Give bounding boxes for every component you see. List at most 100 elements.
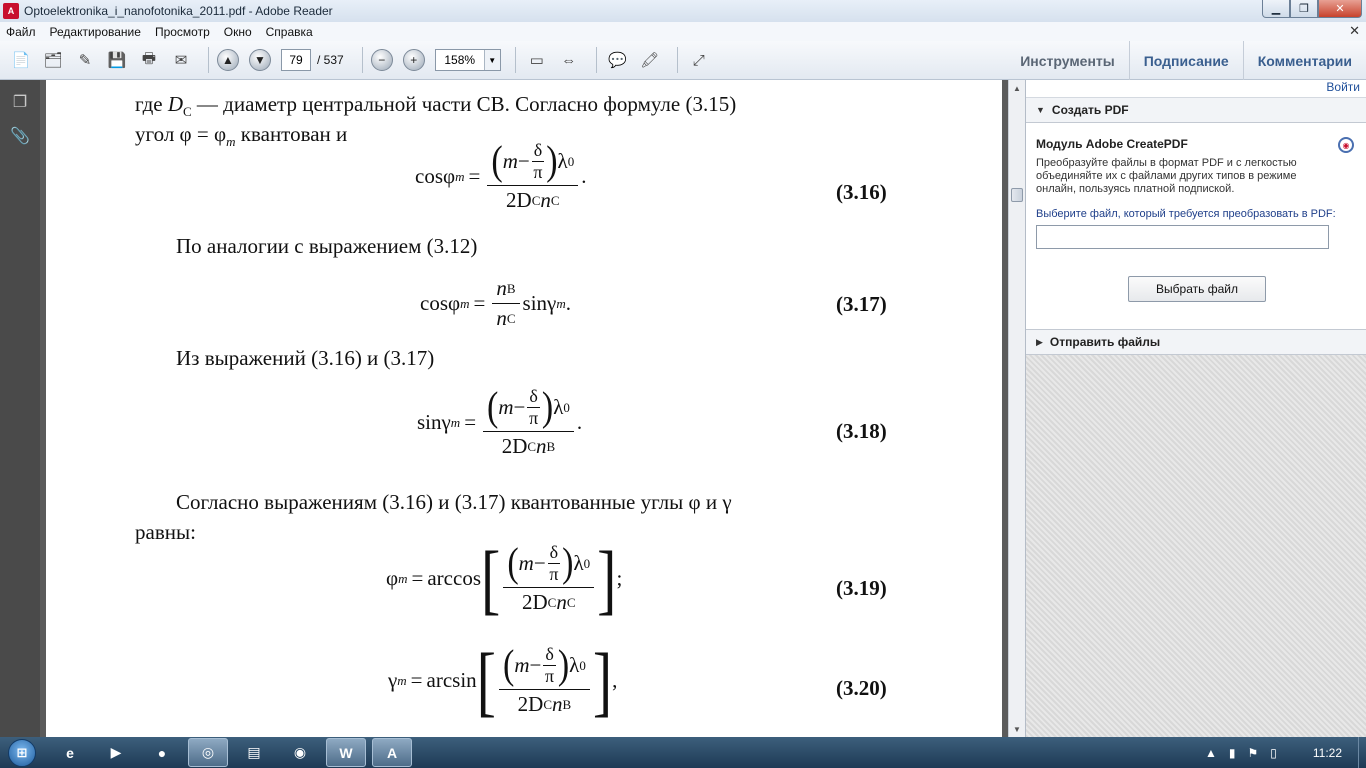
toolbar-divider [208, 47, 209, 73]
toolbar-divider [514, 47, 516, 73]
menu-view[interactable]: Просмотр [155, 25, 210, 39]
start-button[interactable]: ⊞ [0, 737, 44, 768]
create-pdf-panel: Модуль Adobe CreatePDF ◉ Преобразуйте фа… [1026, 123, 1366, 330]
module-description: Преобразуйте файлы в формат PDF и с легк… [1036, 157, 1297, 195]
create-pdf-section-header[interactable]: ▼ Создать PDF [1026, 98, 1366, 123]
email-icon[interactable]: ✉ [168, 47, 194, 73]
attachments-icon[interactable]: 📎 [8, 124, 32, 148]
media-player-icon[interactable]: ▶ [96, 738, 136, 767]
equation-3-16: cos φ m = (m − δ π) λ 0 2D Cn C . [415, 138, 587, 212]
system-tray: ▲ ▮ ⚑ ▯ 11:22 [1193, 737, 1356, 768]
edit-icon[interactable]: ✎ [72, 47, 98, 73]
clock[interactable]: 11:22 [1313, 746, 1342, 760]
save-icon[interactable]: 💾 [104, 47, 130, 73]
tools-pane: Войти ▼ Создать PDF Модуль Adobe CreateP… [1025, 80, 1366, 737]
file-explorer-icon[interactable]: ▤ [234, 738, 274, 767]
fit-page-icon[interactable]: ▭ [524, 47, 550, 73]
menu-bar: Файл Редактирование Просмотр Окно Справк… [0, 22, 1366, 41]
close-button[interactable]: ✕ [1318, 0, 1362, 18]
module-title: Модуль Adobe CreatePDF [1036, 137, 1188, 151]
battery-icon[interactable]: ▯ [1270, 746, 1277, 760]
scroll-down-icon[interactable]: ▼ [1009, 721, 1025, 737]
page-total: / 537 [317, 53, 344, 67]
windows-logo-icon: ⊞ [8, 738, 36, 767]
menu-help[interactable]: Справка [266, 25, 313, 39]
zoom-value: 158% [444, 53, 476, 67]
paragraph-1-line-2: угол φ = φm квантован и [135, 122, 348, 150]
network-icon[interactable]: ▮ [1229, 746, 1236, 760]
equation-3-17: cos φ m = nB nC sin γ m. [420, 276, 571, 330]
tray-arrow-icon[interactable]: ▲ [1205, 746, 1217, 760]
paragraph-1-line-1: где DC — диаметр центральной части СВ. С… [135, 92, 737, 120]
equation-number-3-18: (3.18) [836, 419, 887, 443]
comments-pane-button[interactable]: Комментарии [1242, 41, 1366, 80]
adobe-reader-icon: A [3, 3, 19, 19]
window-title: Optoelektronika_i_nanofotonika_2011.pdf … [24, 4, 333, 18]
createpdf-icon: ◉ [1338, 137, 1354, 153]
scrollbar-thumb[interactable] [1011, 188, 1023, 202]
word-icon[interactable]: W [326, 738, 366, 767]
send-files-section-header[interactable]: ▶ Отправить файлы [1026, 330, 1366, 355]
zoom-in-button[interactable]: + [402, 49, 425, 71]
paragraph-4-line-1: Согласно выражениям (3.16) и (3.17) кван… [176, 490, 732, 514]
select-file-prompt: Выберите файл, который требуется преобра… [1036, 208, 1336, 220]
zoom-out-button[interactable]: − [370, 49, 393, 71]
equation-3-18: sin γ m = (m − δ π) λ 0 2D Cn B . [417, 384, 583, 458]
toolbar-divider [361, 47, 363, 73]
minimize-button[interactable]: ▁ [1262, 0, 1290, 18]
paragraph-3: Из выражений (3.16) и (3.17) [176, 346, 435, 370]
fit-width-icon[interactable]: ⇔ [556, 47, 582, 73]
navigation-pane: ❐ 📎 [0, 80, 40, 737]
toolbar-divider [676, 47, 678, 73]
document-area: где DC — диаметр центральной части СВ. С… [40, 80, 1008, 737]
menu-edit[interactable]: Редактирование [50, 25, 141, 39]
triangle-down-icon: ▼ [1036, 105, 1045, 115]
ball-app-icon[interactable]: ● [142, 738, 182, 767]
highlight-icon[interactable]: 🖍 [637, 47, 663, 73]
equation-3-19: φm = arccos [ (m − δ π) λ 0 2D Cn C ]; [386, 534, 623, 623]
next-page-button[interactable]: ▼ [249, 49, 271, 71]
tools-pane-button[interactable]: Инструменты [1006, 41, 1129, 80]
previous-page-button[interactable]: ▲ [217, 49, 239, 71]
internet-explorer-icon[interactable]: e [50, 738, 90, 767]
equation-3-20: γm = arcsin [ (m − δ π) λ 0 2D Cn B ], [388, 636, 618, 725]
equation-number-3-16: (3.16) [836, 180, 887, 204]
flag-icon[interactable]: ⚑ [1247, 746, 1258, 760]
fullscreen-icon[interactable]: ⤢ [686, 47, 712, 73]
toolbar-panes: Инструменты Подписание Комментарии [1006, 41, 1366, 80]
triangle-right-icon: ▶ [1036, 336, 1043, 347]
toolbar-divider [595, 47, 597, 73]
taskbar: ⊞ e ▶ ● ◎ ▤ ◉ W A ▲ ▮ ⚑ ▯ 11:22 [0, 737, 1366, 768]
equation-number-3-19: (3.19) [836, 576, 887, 600]
sign-pane-button[interactable]: Подписание [1128, 41, 1243, 80]
file-path-input[interactable] [1036, 225, 1329, 249]
maximize-button[interactable]: ❐ [1290, 0, 1318, 18]
page-thumbnails-icon[interactable]: ❐ [8, 90, 32, 114]
chrome-icon[interactable]: ◎ [188, 738, 228, 767]
toolbar: 📄 🗂 ✎ 💾 🖶 ✉ ▲ ▼ 79 / 537 − + 158% ▼ ▭ ⇔ … [0, 41, 1366, 80]
menu-file[interactable]: Файл [6, 25, 36, 39]
equation-number-3-17: (3.17) [836, 292, 887, 316]
vertical-scrollbar[interactable]: ▲ ▼ [1008, 80, 1025, 737]
close-document-icon[interactable]: ✕ [1349, 23, 1360, 39]
sign-in-link[interactable]: Войти [1026, 80, 1366, 98]
pdf-page: где DC — диаметр центральной части СВ. С… [46, 80, 1002, 737]
page-number-input[interactable]: 79 [281, 49, 311, 71]
menu-window[interactable]: Окно [224, 25, 252, 39]
equation-number-3-20: (3.20) [836, 676, 887, 700]
adobe-reader-taskbar-icon[interactable]: A [372, 738, 412, 767]
zoom-select[interactable]: 158% ▼ [434, 49, 501, 71]
app-circle-icon[interactable]: ◉ [280, 738, 320, 767]
show-desktop-button[interactable] [1358, 737, 1366, 768]
print-icon[interactable]: 🖶 [136, 47, 162, 73]
comment-icon[interactable]: 💬 [605, 47, 631, 73]
window-controls: ▁ ❐ ✕ [1262, 0, 1362, 18]
scroll-up-icon[interactable]: ▲ [1009, 80, 1025, 96]
create-pdf-icon[interactable]: 📄 [8, 47, 34, 73]
paragraph-4-line-2: равны: [135, 520, 196, 544]
choose-file-button[interactable]: Выбрать файл [1128, 276, 1266, 302]
chevron-down-icon[interactable]: ▼ [483, 50, 500, 70]
title-bar: A Optoelektronika_i_nanofotonika_2011.pd… [0, 0, 1366, 22]
combine-files-icon[interactable]: 🗂 [40, 47, 66, 73]
paragraph-2: По аналогии с выражением (3.12) [176, 234, 478, 258]
